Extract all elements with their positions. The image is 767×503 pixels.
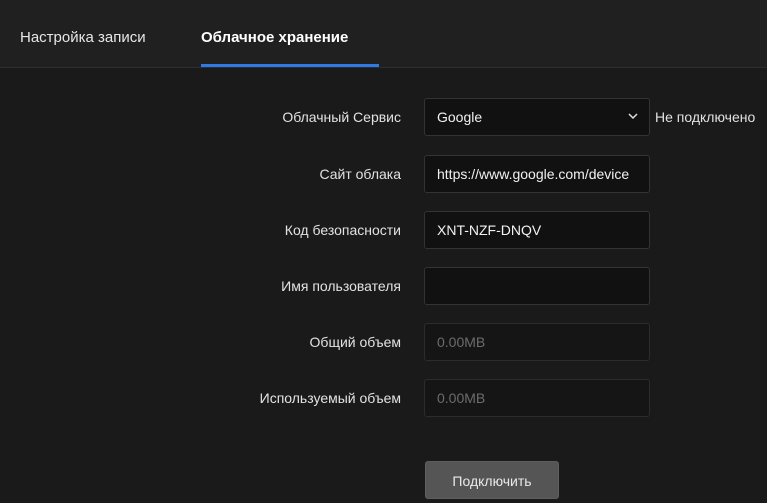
username-label: Имя пользователя <box>281 278 401 294</box>
tab-cloud-storage[interactable]: Облачное хранение <box>201 29 348 47</box>
active-tab-indicator <box>201 64 379 67</box>
used-capacity-label: Используемый объем <box>259 390 401 406</box>
used-capacity-field: 0.00MB <box>424 379 650 417</box>
cloud-site-value: https://www.google.com/device <box>437 166 630 182</box>
connect-button[interactable]: Подключить <box>425 461 559 499</box>
cloud-storage-page: Настройка записи Облачное хранение Облач… <box>0 0 767 503</box>
tab-bar: Настройка записи Облачное хранение <box>0 0 767 68</box>
security-code-value: XNT-NZF-DNQV <box>437 222 542 238</box>
cloud-service-value: Google <box>437 109 483 125</box>
connection-status: Не подключено <box>655 109 756 125</box>
total-capacity-value: 0.00MB <box>437 334 486 350</box>
total-capacity-label: Общий объем <box>309 334 401 350</box>
cloud-site-label: Сайт облака <box>319 166 401 182</box>
cloud-service-select[interactable]: Google <box>424 98 650 136</box>
security-code-field[interactable]: XNT-NZF-DNQV <box>424 211 650 249</box>
chevron-down-icon <box>628 113 638 120</box>
cloud-site-field[interactable]: https://www.google.com/device <box>424 155 650 193</box>
security-code-label: Код безопасности <box>284 222 401 238</box>
used-capacity-value: 0.00MB <box>437 390 486 406</box>
tab-record-settings[interactable]: Настройка записи <box>20 29 146 47</box>
cloud-service-label: Облачный Сервис <box>282 109 401 125</box>
total-capacity-field: 0.00MB <box>424 323 650 361</box>
username-field[interactable] <box>424 267 650 305</box>
